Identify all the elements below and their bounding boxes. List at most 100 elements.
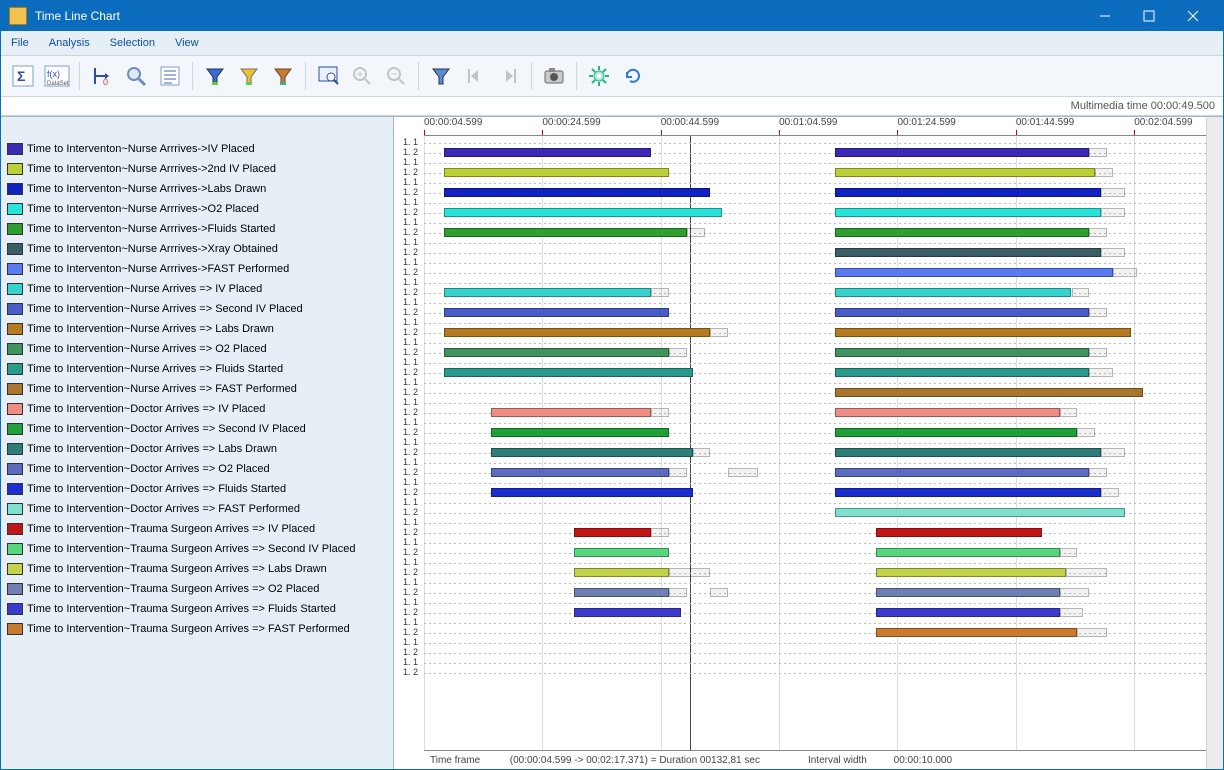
event-bar[interactable] <box>876 628 1077 637</box>
event-bar-partial[interactable] <box>669 568 710 577</box>
tool-list-icon[interactable] <box>154 60 186 92</box>
legend-item[interactable]: Time to Intervention~Doctor Arrives => S… <box>1 419 393 439</box>
legend-item[interactable]: Time to Interventon~Nurse Arrrives->FAST… <box>1 259 393 279</box>
tool-magnifier-icon[interactable] <box>120 60 152 92</box>
legend-item[interactable]: Time to Intervention~Doctor Arrives => O… <box>1 459 393 479</box>
menu-file[interactable]: File <box>1 31 39 55</box>
event-bar[interactable] <box>444 228 687 237</box>
event-bar[interactable] <box>835 268 1113 277</box>
event-bar[interactable] <box>835 168 1095 177</box>
legend-item[interactable]: Time to Interventon~Nurse Arrrives->Flui… <box>1 219 393 239</box>
event-bar-partial[interactable] <box>1060 408 1078 417</box>
event-bar[interactable] <box>835 468 1090 477</box>
legend-item[interactable]: Time to Intervention~Doctor Arrives => I… <box>1 399 393 419</box>
event-bar[interactable] <box>835 228 1090 237</box>
legend-item[interactable]: Time to Intervention~Nurse Arrives => IV… <box>1 279 393 299</box>
event-bar[interactable] <box>491 428 669 437</box>
tool-sigma-icon[interactable]: Σ <box>7 60 39 92</box>
tool-anchor-zero-icon[interactable]: 0 <box>86 60 118 92</box>
event-bar[interactable] <box>876 568 1065 577</box>
event-bar[interactable] <box>444 368 693 377</box>
event-bar[interactable] <box>574 528 651 537</box>
legend-item[interactable]: Time to Intervention~Nurse Arrives => La… <box>1 319 393 339</box>
legend-item[interactable]: Time to Interventon~Nurse Arrrives->IV P… <box>1 139 393 159</box>
event-bar-partial[interactable] <box>687 228 705 237</box>
tool-camera-icon[interactable] <box>538 60 570 92</box>
event-bar-partial[interactable] <box>1077 428 1095 437</box>
event-bar[interactable] <box>444 188 710 197</box>
event-bar-partial[interactable] <box>1060 548 1078 557</box>
menu-analysis[interactable]: Analysis <box>39 31 100 55</box>
legend-item[interactable]: Time to Intervention~Trauma Surgeon Arri… <box>1 579 393 599</box>
event-bar[interactable] <box>574 548 669 557</box>
plot-area[interactable]: 00:00:04.59900:00:24.59900:00:44.59900:0… <box>394 117 1206 769</box>
event-bar[interactable] <box>444 348 669 357</box>
event-bar[interactable] <box>835 348 1090 357</box>
legend-item[interactable]: Time to Intervention~Trauma Surgeon Arri… <box>1 539 393 559</box>
event-bar-partial[interactable] <box>1113 268 1137 277</box>
event-bar-partial[interactable] <box>1072 288 1090 297</box>
legend-item[interactable]: Time to Intervention~Trauma Surgeon Arri… <box>1 559 393 579</box>
event-bar-partial[interactable] <box>669 468 687 477</box>
legend-item[interactable]: Time to Intervention~Nurse Arrives => Se… <box>1 299 393 319</box>
tool-gear-icon[interactable] <box>583 60 615 92</box>
event-bar-partial[interactable] <box>1060 608 1084 617</box>
event-bar[interactable] <box>835 208 1101 217</box>
event-bar-partial[interactable] <box>1089 468 1107 477</box>
tool-funnel-yellow-icon[interactable] <box>233 60 265 92</box>
tool-refresh-icon[interactable] <box>617 60 649 92</box>
event-bar-partial[interactable] <box>1089 228 1107 237</box>
event-bar[interactable] <box>444 328 710 337</box>
event-bar[interactable] <box>835 308 1090 317</box>
event-bar[interactable] <box>835 188 1101 197</box>
event-bar[interactable] <box>491 468 669 477</box>
event-bar[interactable] <box>835 368 1090 377</box>
legend-item[interactable]: Time to Interventon~Nurse Arrrives->Xray… <box>1 239 393 259</box>
event-bar[interactable] <box>835 508 1125 517</box>
event-bar-partial[interactable] <box>669 348 687 357</box>
legend-item[interactable]: Time to Intervention~Nurse Arrives => O2… <box>1 339 393 359</box>
event-bar[interactable] <box>491 408 651 417</box>
event-bar-partial[interactable] <box>1077 628 1107 637</box>
event-bar[interactable] <box>835 328 1131 337</box>
event-bar-partial[interactable] <box>651 408 669 417</box>
event-bar[interactable] <box>876 548 1059 557</box>
event-bar-partial[interactable] <box>693 448 711 457</box>
event-bar-partial[interactable] <box>1089 148 1107 157</box>
event-bar[interactable] <box>491 448 692 457</box>
event-bar[interactable] <box>444 208 722 217</box>
event-bar[interactable] <box>444 148 651 157</box>
menu-selection[interactable]: Selection <box>100 31 165 55</box>
legend-item[interactable]: Time to Interventon~Nurse Arrrives->2nd … <box>1 159 393 179</box>
event-bar[interactable] <box>574 588 669 597</box>
event-bar-partial[interactable] <box>1101 488 1119 497</box>
event-bar[interactable] <box>835 448 1101 457</box>
event-bar-partial[interactable] <box>728 468 758 477</box>
event-bar[interactable] <box>876 588 1059 597</box>
vertical-scrollbar[interactable] <box>1206 117 1223 769</box>
event-bar-partial[interactable] <box>710 328 728 337</box>
event-bar-partial[interactable] <box>710 588 728 597</box>
event-bar-partial[interactable] <box>1101 248 1125 257</box>
legend-item[interactable]: Time to Intervention~Nurse Arrives => Fl… <box>1 359 393 379</box>
event-bar[interactable] <box>444 308 669 317</box>
tool-filter-icon[interactable] <box>425 60 457 92</box>
minimize-button[interactable] <box>1083 2 1127 30</box>
titlebar[interactable]: Time Line Chart <box>1 1 1223 31</box>
tool-funnel-mix-icon[interactable] <box>267 60 299 92</box>
event-bar-partial[interactable] <box>1089 368 1113 377</box>
maximize-button[interactable] <box>1127 2 1171 30</box>
event-bar[interactable] <box>574 608 681 617</box>
event-bar[interactable] <box>835 288 1072 297</box>
timeline-plot[interactable] <box>424 136 1206 750</box>
menu-view[interactable]: View <box>165 31 209 55</box>
event-bar-partial[interactable] <box>1060 588 1090 597</box>
event-bar-partial[interactable] <box>1101 448 1125 457</box>
event-bar[interactable] <box>444 288 651 297</box>
event-bar[interactable] <box>835 488 1101 497</box>
event-bar[interactable] <box>835 148 1090 157</box>
event-bar[interactable] <box>444 168 669 177</box>
event-bar-partial[interactable] <box>1066 568 1107 577</box>
event-bar[interactable] <box>876 608 1059 617</box>
event-bar[interactable] <box>835 388 1143 397</box>
